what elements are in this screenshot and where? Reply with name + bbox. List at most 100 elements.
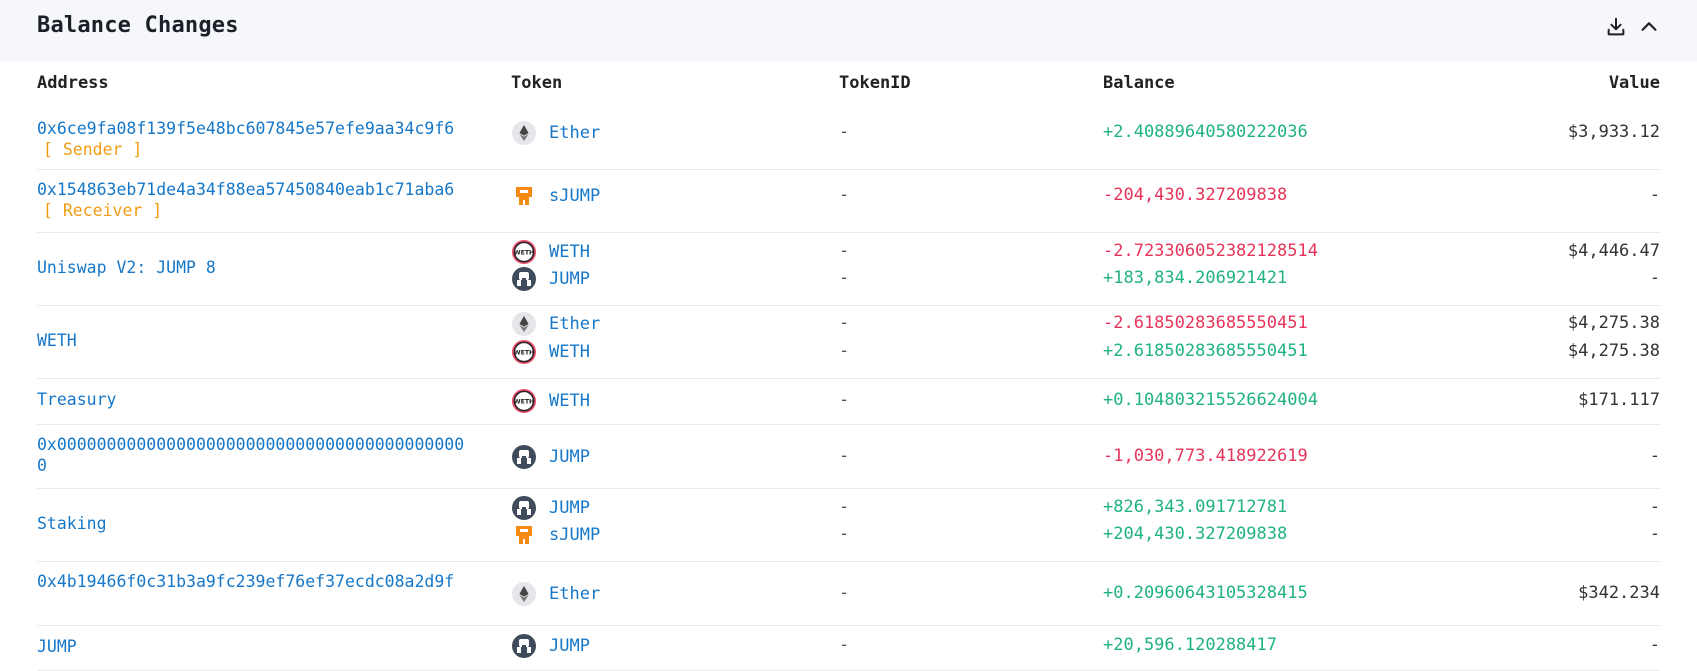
usd-value: $4,275.38 bbox=[1567, 341, 1660, 361]
token-name: sJUMP bbox=[549, 186, 601, 206]
token-name: sJUMP bbox=[549, 525, 601, 545]
usd-value: - bbox=[1649, 268, 1660, 288]
address-text: Staking bbox=[37, 514, 107, 533]
token-name: WETH bbox=[549, 242, 590, 262]
table-row: 0x00000000000000000000000000000000000000… bbox=[37, 424, 1660, 489]
usd-value: $171.117 bbox=[1578, 390, 1660, 410]
usd-value: $4,275.38 bbox=[1567, 313, 1660, 333]
ether-icon bbox=[511, 120, 537, 146]
address-text: Uniswap V2: JUMP 8 bbox=[37, 258, 216, 277]
usd-value: - bbox=[1649, 497, 1660, 517]
balance-change: +826,343.091712781 bbox=[1103, 497, 1288, 517]
role-tag: [ Sender ] bbox=[43, 140, 143, 159]
table-row: Uniswap V2: JUMP 8 WETH WETH - -2.7233060523… bbox=[37, 232, 1660, 306]
token-jump[interactable]: JUMP bbox=[511, 444, 590, 470]
address-link[interactable]: 0x00000000000000000000000000000000000000… bbox=[37, 434, 467, 476]
address-text: 0x4b19466f0c31b3a9fc239ef76ef37ecdc08a2d… bbox=[37, 572, 455, 591]
jump-icon bbox=[511, 266, 537, 292]
panel-title: Balance Changes bbox=[37, 13, 239, 38]
table-row: Staking JUMP - +826,343.091712781 - sJUMP - +20… bbox=[37, 488, 1660, 562]
usd-value: $3,933.12 bbox=[1567, 122, 1660, 142]
token-weth[interactable]: WETH WETH bbox=[511, 239, 590, 265]
address-text: Treasury bbox=[37, 390, 117, 409]
address-link[interactable]: JUMP bbox=[37, 636, 467, 657]
token-id: - bbox=[839, 185, 850, 205]
address-link[interactable]: WETH bbox=[37, 330, 467, 351]
usd-value: $4,446.47 bbox=[1567, 241, 1660, 261]
token-weth[interactable]: WETH WETH bbox=[511, 388, 590, 414]
balance-change: +20,596.120288417 bbox=[1103, 635, 1277, 655]
usd-value: $342.234 bbox=[1578, 583, 1660, 603]
balance-change: -1,030,773.418922619 bbox=[1103, 446, 1308, 466]
address-link[interactable]: 0x6ce9fa08f139f5e48bc607845e57efe9aa34c9… bbox=[37, 118, 467, 160]
column-header-balance: Balance bbox=[1103, 73, 1175, 93]
role-tag: [ Receiver ] bbox=[43, 201, 163, 220]
token-id: - bbox=[839, 341, 850, 361]
balance-change: +2.40889640580222036 bbox=[1103, 122, 1308, 142]
token-sjump[interactable]: sJUMP bbox=[511, 522, 600, 548]
token-id: - bbox=[839, 313, 850, 333]
token-jump[interactable]: JUMP bbox=[511, 266, 590, 292]
token-name: JUMP bbox=[549, 636, 590, 656]
token-name: JUMP bbox=[549, 269, 590, 289]
address-text: JUMP bbox=[37, 637, 77, 656]
balance-change: -2.723306052382128514 bbox=[1103, 241, 1318, 261]
weth-icon: WETH bbox=[511, 339, 537, 365]
balance-change: +0.104803215526624004 bbox=[1103, 390, 1318, 410]
address-text: WETH bbox=[37, 331, 77, 350]
address-link[interactable]: 0x154863eb71de4a34f88ea57450840eab1c71ab… bbox=[37, 179, 467, 221]
token-name: Ether bbox=[549, 123, 601, 143]
token-jump[interactable]: JUMP bbox=[511, 495, 590, 521]
table-row: WETH Ether - -2.61850283685550451 $4,275.38 W… bbox=[37, 305, 1660, 379]
svg-text:WETH: WETH bbox=[514, 398, 534, 405]
jump-icon bbox=[511, 444, 537, 470]
download-icon[interactable] bbox=[1605, 16, 1627, 38]
token-jump[interactable]: JUMP bbox=[511, 633, 590, 659]
token-name: JUMP bbox=[549, 498, 590, 518]
table-row: JUMP JUMP - +20,596.120288417 - bbox=[37, 625, 1660, 671]
table-row: 0x4b19466f0c31b3a9fc239ef76ef37ecdc08a2d… bbox=[37, 561, 1660, 626]
column-header-address: Address bbox=[37, 73, 109, 93]
svg-text:WETH: WETH bbox=[514, 349, 534, 356]
token-name: JUMP bbox=[549, 447, 590, 467]
address-link[interactable]: Uniswap V2: JUMP 8 bbox=[37, 257, 467, 278]
balance-change: -2.61850283685550451 bbox=[1103, 313, 1308, 333]
weth-icon: WETH bbox=[511, 239, 537, 265]
address-link[interactable]: 0x4b19466f0c31b3a9fc239ef76ef37ecdc08a2d… bbox=[37, 571, 467, 592]
table-row: 0x6ce9fa08f139f5e48bc607845e57efe9aa34c9… bbox=[37, 106, 1660, 170]
table-row: 0x154863eb71de4a34f88ea57450840eab1c71ab… bbox=[37, 169, 1660, 233]
token-ether[interactable]: Ether bbox=[511, 120, 600, 146]
column-header-value: Value bbox=[1608, 73, 1660, 93]
token-ether[interactable]: Ether bbox=[511, 581, 600, 607]
token-weth[interactable]: WETH WETH bbox=[511, 339, 590, 365]
token-ether[interactable]: Ether bbox=[511, 311, 600, 337]
address-text: 0x6ce9fa08f139f5e48bc607845e57efe9aa34c9… bbox=[37, 119, 455, 138]
chevron-up-icon[interactable] bbox=[1638, 16, 1660, 38]
token-id: - bbox=[839, 524, 850, 544]
jump-icon bbox=[511, 633, 537, 659]
balance-change: +0.20960643105328415 bbox=[1103, 583, 1308, 603]
address-link[interactable]: Treasury bbox=[37, 389, 467, 410]
address-text: 0x00000000000000000000000000000000000000… bbox=[37, 435, 465, 475]
usd-value: - bbox=[1649, 185, 1660, 205]
usd-value: - bbox=[1649, 446, 1660, 466]
token-id: - bbox=[839, 497, 850, 517]
token-id: - bbox=[839, 583, 850, 603]
balance-change: +2.61850283685550451 bbox=[1103, 341, 1308, 361]
svg-text:WETH: WETH bbox=[514, 249, 534, 256]
token-id: - bbox=[839, 241, 850, 261]
column-header-token: Token bbox=[511, 73, 563, 93]
table-row: Treasury WETH WETH - +0.104803215526624004 $1… bbox=[37, 378, 1660, 425]
address-text: 0x154863eb71de4a34f88ea57450840eab1c71ab… bbox=[37, 180, 455, 199]
token-id: - bbox=[839, 446, 850, 466]
usd-value: - bbox=[1649, 524, 1660, 544]
address-link[interactable]: Staking bbox=[37, 513, 467, 534]
balance-change: -204,430.327209838 bbox=[1103, 185, 1288, 205]
token-name: Ether bbox=[549, 584, 601, 604]
token-id: - bbox=[839, 635, 850, 655]
column-header-tokenid: TokenID bbox=[839, 73, 911, 93]
token-name: WETH bbox=[549, 391, 590, 411]
token-sjump[interactable]: sJUMP bbox=[511, 183, 600, 209]
token-name: Ether bbox=[549, 314, 601, 334]
jump-icon bbox=[511, 495, 537, 521]
